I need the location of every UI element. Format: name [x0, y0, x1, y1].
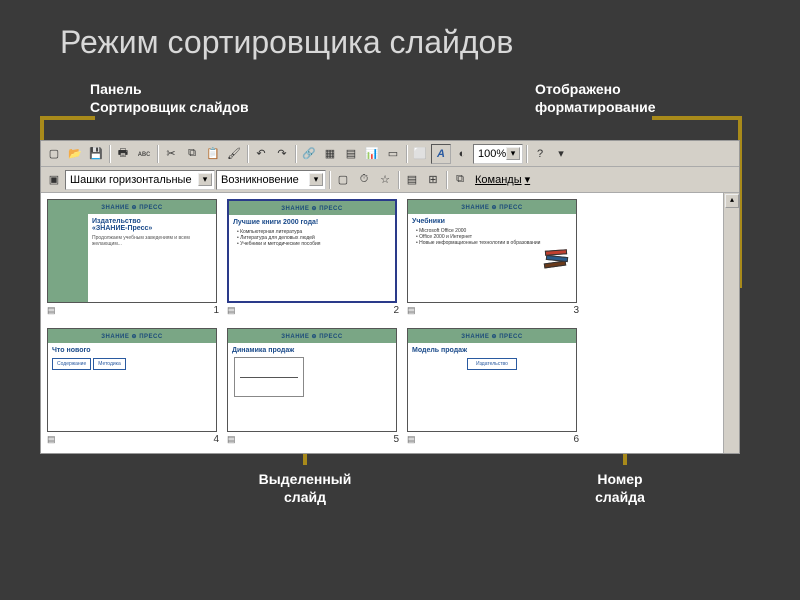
new-button[interactable]: ▢	[44, 144, 64, 164]
separator	[295, 145, 296, 163]
transition-icon[interactable]: ▤	[227, 434, 236, 445]
vertical-scrollbar[interactable]: ▴	[723, 193, 739, 453]
insert-chart-button[interactable]: 📊	[362, 144, 382, 164]
slide-number-label: 3	[573, 305, 579, 316]
slide-brand-header: ЗНАНИЕ ⊕ ПРЕСС	[48, 200, 216, 214]
insert-hyperlink-button[interactable]: 🔗	[299, 144, 319, 164]
powerpoint-sorter-window: ▢ 📂 💾 🖶 ᴀʙᴄ ✂ ⧉ 📋 🖌 ↶ ↷ 🔗 ▦ ▤ 📊 ▭ ⬜ A ◐ …	[40, 140, 740, 454]
callout-selected-slide: Выделенныйслайд	[245, 470, 365, 506]
slide-title: Издательство«ЗНАНИЕ-Пресс»	[92, 218, 212, 232]
slide-number-label: 4	[213, 434, 219, 445]
slide-title: Что нового	[52, 347, 212, 354]
separator	[406, 145, 407, 163]
slide-number-label: 1	[213, 305, 219, 316]
copy-button[interactable]: ⧉	[182, 144, 202, 164]
transition-icon[interactable]: ▤	[227, 305, 236, 316]
open-button[interactable]: 📂	[65, 144, 85, 164]
slide-bullet: • Учебники и методические пособия	[237, 241, 391, 247]
slide-thumbnail[interactable]: ЗНАНИЕ ⊕ ПРЕССЛучшие книги 2000 года!• К…	[227, 199, 403, 324]
separator	[247, 145, 248, 163]
undo-button[interactable]: ↶	[251, 144, 271, 164]
separator	[109, 145, 110, 163]
slide-number-label: 5	[393, 434, 399, 445]
diagram-box: Издательство	[467, 358, 517, 370]
summary-slide-button[interactable]: ☆	[375, 170, 395, 190]
separator	[446, 171, 447, 189]
cut-button[interactable]: ✂	[161, 144, 181, 164]
chart-placeholder	[234, 357, 304, 397]
show-formatting-button[interactable]: A	[431, 144, 451, 164]
slide-brand-header: ЗНАНИЕ ⊕ ПРЕСС	[48, 329, 216, 343]
notes-button[interactable]: ▤	[402, 170, 422, 190]
save-button[interactable]: 💾	[86, 144, 106, 164]
transition-icon[interactable]: ▤	[407, 305, 416, 316]
format-painter-button[interactable]: 🖌	[224, 144, 244, 164]
more-buttons[interactable]: ▾	[551, 144, 571, 164]
callout-sorter-panel: ПанельСортировщик слайдов	[90, 80, 249, 116]
transition-icon[interactable]: ▤	[47, 305, 56, 316]
transition-effect-dropdown[interactable]: Шашки горизонтальные	[65, 170, 215, 190]
redo-button[interactable]: ↷	[272, 144, 292, 164]
separator	[526, 145, 527, 163]
slide-title: Динамика продаж	[232, 347, 392, 354]
slide-title: Лучшие книги 2000 года!	[233, 219, 391, 226]
commands-menu[interactable]: Команды ▾	[471, 170, 534, 190]
grayscale-button[interactable]: ◐	[452, 144, 472, 164]
spellcheck-button[interactable]: ᴀʙᴄ	[134, 144, 154, 164]
commands-label: Команды	[475, 174, 522, 186]
slide-number-label: 2	[393, 305, 399, 316]
slide-sorter-toolbar: ▣ Шашки горизонтальные Возникновение ▢ ⏱…	[41, 167, 739, 193]
slide-thumbnail[interactable]: ЗНАНИЕ ⊕ ПРЕСС Издательство«ЗНАНИЕ-Пресс»…	[47, 199, 223, 324]
slide-title: Модель продаж	[412, 347, 572, 354]
tables-button[interactable]: ▦	[320, 144, 340, 164]
slide-thumbnail[interactable]: ЗНАНИЕ ⊕ ПРЕСС Что нового СодержаниеМетоди…	[47, 328, 223, 453]
slide-brand-header: ЗНАНИЕ ⊕ ПРЕСС	[228, 329, 396, 343]
zoom-dropdown[interactable]: 100%	[473, 144, 523, 164]
callout-slide-number: Номерслайда	[580, 470, 660, 506]
slide-number-label: 6	[573, 434, 579, 445]
page-title: Режим сортировщика слайдов	[60, 24, 513, 61]
slide-brand-header: ЗНАНИЕ ⊕ ПРЕСС	[229, 201, 395, 215]
slide-title: Учебники	[412, 218, 572, 225]
standard-toolbar: ▢ 📂 💾 🖶 ᴀʙᴄ ✂ ⧉ 📋 🖌 ↶ ↷ 🔗 ▦ ▤ 📊 ▭ ⬜ A ◐ …	[41, 141, 739, 167]
slide-transition-button[interactable]: ▣	[44, 170, 64, 190]
books-clipart	[542, 246, 572, 272]
separator	[157, 145, 158, 163]
expand-button[interactable]: ⬜	[410, 144, 430, 164]
slide-brand-header: ЗНАНИЕ ⊕ ПРЕСС	[408, 329, 576, 343]
slide-thumbnail[interactable]: ЗНАНИЕ ⊕ ПРЕССУчебники• Microsoft Office…	[407, 199, 583, 324]
content-box: Содержание	[52, 358, 91, 370]
transition-icon[interactable]: ▤	[407, 434, 416, 445]
print-button[interactable]: 🖶	[113, 144, 133, 164]
layout-button[interactable]: ⊞	[423, 170, 443, 190]
separator	[329, 171, 330, 189]
rehearse-timings-button[interactable]: ⏱	[354, 170, 374, 190]
help-button[interactable]: ?	[530, 144, 550, 164]
paste-button[interactable]: 📋	[203, 144, 223, 164]
separator	[398, 171, 399, 189]
slide-brand-header: ЗНАНИЕ ⊕ ПРЕСС	[408, 200, 576, 214]
slide-thumbnail[interactable]: ЗНАНИЕ ⊕ ПРЕСС Динамика продаж ▤ 5	[227, 328, 403, 453]
new-slide-button[interactable]: ▭	[383, 144, 403, 164]
transition-icon[interactable]: ▤	[47, 434, 56, 445]
slide-thumbnail[interactable]: ЗНАНИЕ ⊕ ПРЕСС Модель продаж Издательство ▤…	[407, 328, 583, 453]
copy-icon[interactable]: ⧉	[450, 170, 470, 190]
insert-table-button[interactable]: ▤	[341, 144, 361, 164]
scroll-up-button[interactable]: ▴	[725, 194, 739, 208]
content-box: Методика	[93, 358, 126, 370]
transition-speed-dropdown[interactable]: Возникновение	[216, 170, 326, 190]
hide-slide-button[interactable]: ▢	[333, 170, 353, 190]
callout-format-shown: Отображеноформатирование	[535, 80, 656, 116]
slide-sorter-area[interactable]: ЗНАНИЕ ⊕ ПРЕСС Издательство«ЗНАНИЕ-Пресс»…	[41, 193, 739, 453]
chevron-down-icon: ▾	[525, 173, 531, 186]
